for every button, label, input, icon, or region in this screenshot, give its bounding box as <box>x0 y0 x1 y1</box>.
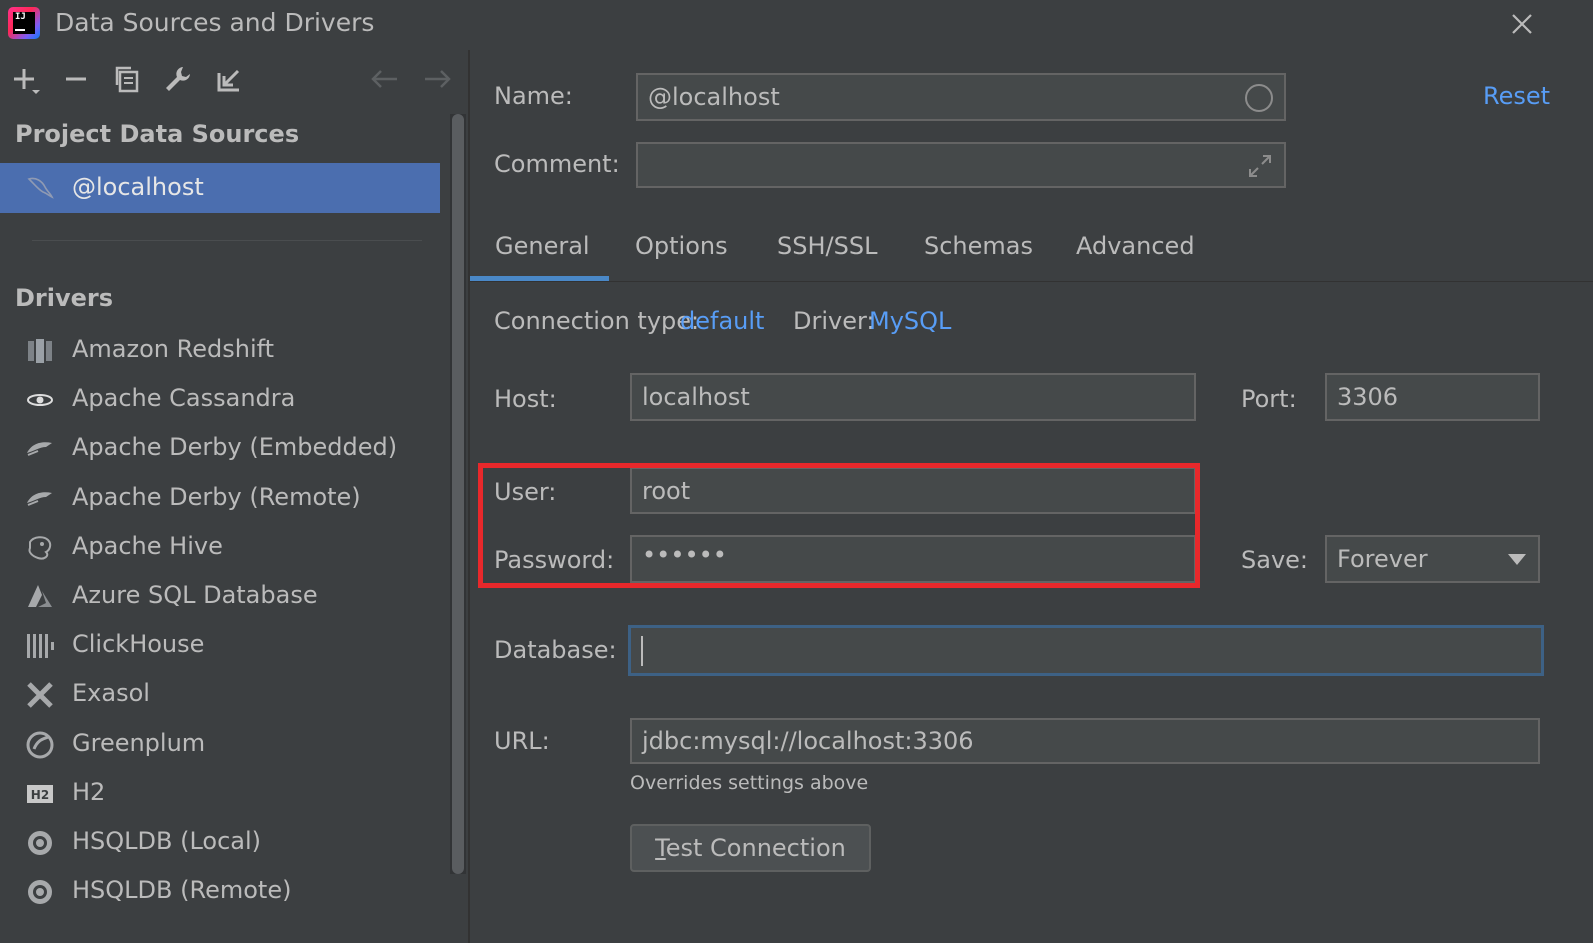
title-bar: IJ Data Sources and Drivers <box>0 0 1593 50</box>
project-data-sources-header: Project Data Sources <box>15 120 300 148</box>
port-value: 3306 <box>1337 383 1399 411</box>
driver-label: HSQLDB (Local) <box>72 826 262 855</box>
test-connection-button[interactable]: Test Connection <box>630 824 871 872</box>
save-dropdown[interactable]: Forever <box>1325 535 1540 583</box>
clickhouse-icon <box>27 634 54 659</box>
comment-label: Comment: <box>494 150 620 178</box>
active-tab-indicator <box>470 276 609 281</box>
driver-label: Driver: <box>793 307 875 335</box>
duplicate-icon[interactable] <box>111 63 143 95</box>
hsqldb-icon <box>28 830 52 855</box>
driver-label: Apache Cassandra <box>72 384 296 413</box>
add-icon[interactable] <box>10 63 42 95</box>
driver-item[interactable]: Amazon Redshift <box>0 327 440 376</box>
driver-label: Amazon Redshift <box>72 335 275 363</box>
host-value: localhost <box>642 383 750 411</box>
driver-label: Apache Derby (Remote) <box>72 482 361 511</box>
tab-options[interactable]: Options <box>635 232 728 260</box>
tab-general[interactable]: General <box>495 232 590 260</box>
save-value: Forever <box>1337 545 1428 573</box>
window-title: Data Sources and Drivers <box>55 8 375 37</box>
driver-link[interactable]: MySQL <box>869 307 951 335</box>
name-label: Name: <box>494 82 573 110</box>
dropdown-arrow-icon <box>1508 554 1526 565</box>
driver-item[interactable]: ClickHouse <box>0 622 440 671</box>
driver-item[interactable]: Apache Derby (Remote) <box>0 475 440 524</box>
mysql-dolphin-icon <box>27 177 54 199</box>
comment-input[interactable] <box>636 142 1286 188</box>
driver-label: Greenplum <box>72 728 206 757</box>
credentials-highlight-box <box>478 463 1200 588</box>
settings-tabs: General Options SSH/SSL Schemas Advanced <box>470 230 1593 282</box>
drivers-header: Drivers <box>15 284 114 312</box>
database-input[interactable] <box>628 625 1544 676</box>
driver-item[interactable]: Exasol <box>0 671 440 720</box>
data-source-item-localhost[interactable]: @localhost <box>0 163 440 213</box>
wrench-icon[interactable] <box>162 63 194 95</box>
close-icon[interactable] <box>1508 10 1536 38</box>
host-label: Host: <box>494 385 557 413</box>
reset-link[interactable]: Reset <box>1483 82 1550 110</box>
driver-label: Apache Derby (Embedded) <box>72 433 398 462</box>
color-circle-icon[interactable] <box>1244 83 1274 113</box>
azure-icon <box>28 584 52 607</box>
tab-ssh-ssl[interactable]: SSH/SSL <box>777 232 877 260</box>
sidebar-scrollbar-thumb[interactable] <box>452 114 464 874</box>
driver-label: ClickHouse <box>72 630 205 659</box>
redshift-icon <box>28 339 52 363</box>
sidebar-toolbar <box>0 50 468 110</box>
h2-icon: H2 <box>27 784 53 803</box>
save-label: Save: <box>1241 546 1308 574</box>
connection-type-link[interactable]: default <box>680 307 764 335</box>
driver-item[interactable]: Apache Cassandra <box>0 376 440 425</box>
data-sources-sidebar: Project Data Sources @localhost Drivers … <box>0 50 468 943</box>
driver-label: H2 <box>72 777 106 806</box>
text-cursor <box>641 635 643 666</box>
url-value: jdbc:mysql://localhost:3306 <box>642 727 974 755</box>
hive-icon <box>28 536 52 560</box>
port-input[interactable]: 3306 <box>1325 373 1540 421</box>
database-label: Database: <box>494 636 617 664</box>
driver-item[interactable]: Greenplum <box>0 721 440 770</box>
port-label: Port: <box>1241 385 1297 413</box>
drivers-list: Amazon Redshift Apache Cassandra Apache De… <box>0 327 440 917</box>
url-input[interactable]: jdbc:mysql://localhost:3306 <box>630 718 1540 764</box>
name-value: @localhost <box>648 83 780 111</box>
data-source-settings: Name: @localhost Reset Comment: General … <box>470 50 1593 943</box>
connection-type-label: Connection type: <box>494 307 700 335</box>
driver-label: Exasol <box>72 679 150 708</box>
driver-item[interactable]: Apache Hive <box>0 524 440 573</box>
exasol-icon <box>27 682 53 709</box>
url-hint: Overrides settings above <box>630 772 869 794</box>
cassandra-icon <box>27 394 53 407</box>
driver-item[interactable]: HSQLDB (Remote) <box>0 868 440 917</box>
import-icon[interactable] <box>213 63 245 95</box>
driver-label: Azure SQL Database <box>72 580 318 609</box>
greenplum-icon <box>26 731 54 758</box>
section-divider <box>32 240 422 241</box>
remove-icon[interactable] <box>60 63 92 95</box>
back-arrow-icon[interactable] <box>369 63 401 95</box>
driver-label: Apache Hive <box>72 531 223 560</box>
url-label: URL: <box>494 727 550 755</box>
tab-advanced[interactable]: Advanced <box>1076 232 1195 260</box>
expand-icon[interactable] <box>1246 152 1274 180</box>
forward-arrow-icon[interactable] <box>421 63 453 95</box>
test-connection-label: Test Connection <box>655 834 846 862</box>
derby-icon <box>27 442 52 457</box>
data-source-label: @localhost <box>72 173 204 201</box>
intellij-logo-icon: IJ <box>8 7 40 39</box>
driver-item[interactable]: H2 H2 <box>0 770 440 819</box>
driver-label: HSQLDB (Remote) <box>72 876 292 905</box>
driver-item[interactable]: Azure SQL Database <box>0 573 440 622</box>
host-input[interactable]: localhost <box>630 373 1196 421</box>
tab-schemas[interactable]: Schemas <box>924 232 1033 260</box>
svg-text:H2: H2 <box>31 788 49 802</box>
driver-item[interactable]: Apache Derby (Embedded) <box>0 425 440 474</box>
name-input[interactable]: @localhost <box>636 73 1286 121</box>
hsqldb-icon <box>28 880 52 905</box>
derby-icon <box>27 491 52 506</box>
driver-item[interactable]: HSQLDB (Local) <box>0 819 440 868</box>
